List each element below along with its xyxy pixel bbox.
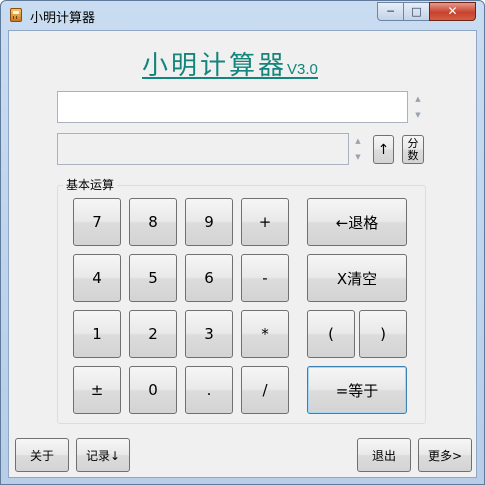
basic-ops-group-title: 基本运算 (63, 176, 118, 193)
expression-scroll-down-icon[interactable]: ▼ (412, 109, 424, 121)
app-heading-title: 小明计算器 (142, 51, 288, 81)
history-label: 记录↓ (85, 448, 121, 463)
key-6[interactable]: 6 (185, 254, 233, 302)
up-arrow-icon: ↑ (377, 141, 390, 158)
key-7[interactable]: 7 (73, 198, 121, 246)
key-label: =等于 (335, 381, 379, 400)
key-4[interactable]: 4 (73, 254, 121, 302)
key-label: ) (380, 325, 386, 343)
more-label: 更多> (427, 448, 463, 463)
key-label: 1 (92, 325, 102, 343)
right-paren-button[interactable]: ) (359, 310, 407, 358)
fraction-label-top: 分 (407, 136, 419, 150)
key-label: ←退格 (335, 213, 379, 232)
fraction-button[interactable]: 分 数 (402, 135, 424, 164)
clear-button[interactable]: X清空 (307, 254, 407, 302)
about-label: 关于 (29, 448, 54, 463)
key-2[interactable]: 2 (129, 310, 177, 358)
key-8[interactable]: 8 (129, 198, 177, 246)
key-label: 5 (148, 269, 158, 287)
key-label: ( (328, 325, 334, 343)
minimize-icon: ─ (387, 5, 394, 18)
key-0[interactable]: 0 (129, 366, 177, 414)
result-scroll-down-icon[interactable]: ▼ (352, 151, 364, 163)
maximize-button[interactable]: □ (403, 2, 430, 21)
result-display (57, 133, 349, 165)
title-bar[interactable]: 小明计算器 ─ □ ✕ (1, 1, 484, 29)
key-label: 2 (148, 325, 158, 343)
expression-scroll-up-icon[interactable]: ▲ (412, 93, 424, 105)
window-title: 小明计算器 (30, 11, 96, 26)
key-plus[interactable]: + (241, 198, 289, 246)
key-label: - (262, 269, 268, 287)
minimize-button[interactable]: ─ (377, 2, 404, 21)
key-label: . (206, 381, 212, 399)
exit-label: 退出 (371, 448, 396, 463)
key-1[interactable]: 1 (73, 310, 121, 358)
left-paren-button[interactable]: ( (307, 310, 355, 358)
app-window: 小明计算器 ─ □ ✕ 小明计算器V3.0 ▲ ▼ ▲ ▼ ↑ 分 数 基本运算… (0, 0, 485, 485)
fraction-label-bottom: 数 (407, 148, 419, 162)
key-3[interactable]: 3 (185, 310, 233, 358)
key-label: 8 (148, 213, 158, 231)
client-area: 小明计算器V3.0 ▲ ▼ ▲ ▼ ↑ 分 数 基本运算 7 8 9 + ←退格… (8, 30, 477, 478)
key-divide[interactable]: / (241, 366, 289, 414)
key-label: + (258, 213, 272, 231)
about-button[interactable]: 关于 (15, 438, 69, 472)
maximize-icon: □ (411, 5, 422, 18)
key-multiply[interactable]: * (241, 310, 289, 358)
expression-input[interactable] (57, 91, 408, 123)
key-label: ± (90, 381, 104, 399)
history-button[interactable]: 记录↓ (76, 438, 130, 472)
more-button[interactable]: 更多> (418, 438, 472, 472)
app-heading: 小明计算器V3.0 (142, 45, 318, 81)
close-button[interactable]: ✕ (429, 2, 476, 21)
key-label: 3 (204, 325, 214, 343)
key-decimal[interactable]: . (185, 366, 233, 414)
close-icon: ✕ (447, 4, 458, 18)
key-label: 7 (92, 213, 102, 231)
key-5[interactable]: 5 (129, 254, 177, 302)
key-9[interactable]: 9 (185, 198, 233, 246)
key-label: X清空 (336, 269, 378, 288)
key-minus[interactable]: - (241, 254, 289, 302)
backspace-button[interactable]: ←退格 (307, 198, 407, 246)
key-label: 6 (204, 269, 214, 287)
key-label: 9 (204, 213, 214, 231)
app-version: V3.0 (287, 61, 318, 78)
exit-button[interactable]: 退出 (357, 438, 411, 472)
key-label: * (261, 325, 269, 343)
equals-button[interactable]: =等于 (307, 366, 407, 414)
up-arrow-button[interactable]: ↑ (373, 135, 394, 164)
calculator-app-icon (10, 8, 22, 22)
result-scroll-up-icon[interactable]: ▲ (352, 135, 364, 147)
key-plus-minus[interactable]: ± (73, 366, 121, 414)
key-label: / (262, 381, 268, 399)
key-label: 4 (92, 269, 102, 287)
key-label: 0 (148, 381, 158, 399)
